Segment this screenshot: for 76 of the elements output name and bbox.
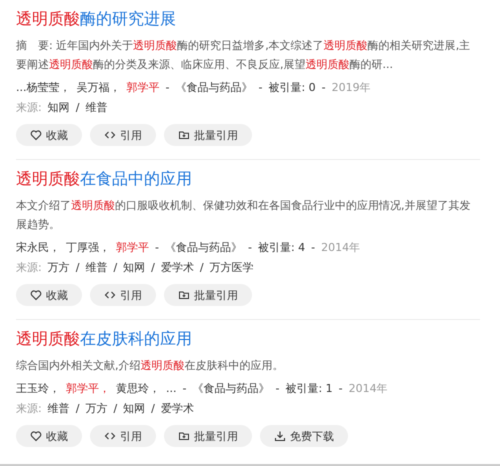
source-link[interactable]: 维普 [85, 98, 108, 118]
separator-text: / [113, 401, 118, 417]
source-link[interactable]: 知网 [123, 399, 146, 419]
separator-text: - [155, 240, 159, 256]
year-text: 2014年 [321, 240, 360, 256]
abstract-text: 本文介绍了透明质酸的口服吸收机制、保健功效和在各国食品行业中的应用情况,并展望了其发展趋势。 [16, 198, 472, 233]
author-name[interactable]: ... [166, 379, 176, 399]
folder-icon [178, 430, 190, 442]
source-label: 来源: [16, 260, 42, 276]
author-name[interactable]: 王玉玲， [16, 379, 60, 399]
article-title[interactable]: 透明质酸在食品中的应用 [16, 168, 480, 190]
source-link[interactable]: 爱学术 [160, 258, 194, 278]
citation-count: 被引量: 0 [268, 80, 316, 96]
separator-text: / [151, 260, 155, 276]
separator-text: - [258, 80, 262, 96]
source-link[interactable]: 万方 [48, 258, 70, 278]
separator-text: - [311, 240, 316, 256]
journal-name[interactable]: 《食品与药品》 [164, 238, 242, 258]
author-name[interactable]: 郭学平 [126, 78, 160, 98]
source-label: 来源: [16, 401, 42, 417]
author-name[interactable]: 郭学平， [66, 379, 110, 399]
author-name[interactable]: 黄思玲， [116, 379, 160, 399]
heart-icon [30, 430, 42, 442]
separator-text: - [338, 381, 343, 397]
action-button[interactable]: 批量引用 [164, 284, 252, 306]
action-button[interactable]: 引用 [90, 425, 156, 447]
journal-name[interactable]: 《食品与药品》 [175, 78, 252, 98]
citation-count: 被引量: 4 [258, 240, 306, 256]
source-link[interactable]: 万方 [85, 399, 108, 419]
abstract-text: 综合国内外相关文献,介绍透明质酸在皮肤科中的应用。 [16, 358, 284, 374]
source-link[interactable]: 维普 [48, 399, 70, 419]
source-link[interactable]: 知网 [48, 98, 70, 118]
action-button[interactable]: 收藏 [16, 425, 82, 447]
action-button[interactable]: 免费下载 [260, 425, 348, 447]
action-button[interactable]: 批量引用 [164, 425, 252, 447]
year-text: 2019年 [332, 80, 371, 96]
action-button[interactable]: 收藏 [16, 284, 82, 306]
abstract-text: 摘 要: 近年国内外关于透明质酸酶的研究日益增多,本文综述了透明质酸酶的相关研究进展,主要阐述透明质酸酶的分类及来源、临床应用、不良反应,展望透明质酸酶的研... [16, 38, 472, 73]
folder-icon [178, 129, 190, 141]
source-label: 来源: [16, 100, 42, 116]
code-icon [104, 289, 116, 301]
action-button[interactable]: 收藏 [16, 124, 82, 146]
citation-count: 被引量: 1 [285, 381, 333, 397]
source-link[interactable]: 爱学术 [160, 399, 194, 419]
separator-text: / [76, 401, 80, 417]
separator-text: / [76, 260, 80, 276]
heart-icon [30, 129, 42, 141]
author-name[interactable]: 丁厚强， [66, 238, 110, 258]
separator-text: - [166, 80, 170, 96]
download-icon [274, 430, 286, 442]
source-link[interactable]: 知网 [123, 258, 146, 278]
author-name[interactable]: 宋永民， [16, 238, 60, 258]
heart-icon [30, 289, 42, 301]
source-link[interactable]: 万方医学 [210, 258, 254, 278]
article-title[interactable]: 透明质酸酶的研究进展 [16, 8, 480, 30]
action-button[interactable]: 引用 [90, 124, 156, 146]
separator-text: - [182, 381, 186, 397]
separator-text: / [113, 260, 118, 276]
separator-text: - [248, 240, 252, 256]
separator-text: / [200, 260, 204, 276]
action-button[interactable]: 引用 [90, 284, 156, 306]
author-name[interactable]: 郭学平 [116, 238, 149, 258]
separator-text: - [322, 80, 326, 96]
source-link[interactable]: 维普 [85, 258, 108, 278]
separator-text: / [76, 100, 80, 116]
code-icon [104, 129, 116, 141]
author-name[interactable]: ...杨莹莹， [16, 78, 70, 98]
year-text: 2014年 [348, 381, 388, 397]
action-button[interactable]: 批量引用 [164, 124, 252, 146]
separator-text: / [151, 401, 155, 417]
journal-name[interactable]: 《食品与药品》 [192, 379, 270, 399]
separator-text: - [275, 381, 280, 397]
code-icon [104, 430, 116, 442]
author-name[interactable]: 吴万福， [76, 78, 120, 98]
article-title[interactable]: 透明质酸在皮肤科的应用 [16, 328, 480, 350]
folder-icon [178, 289, 190, 301]
